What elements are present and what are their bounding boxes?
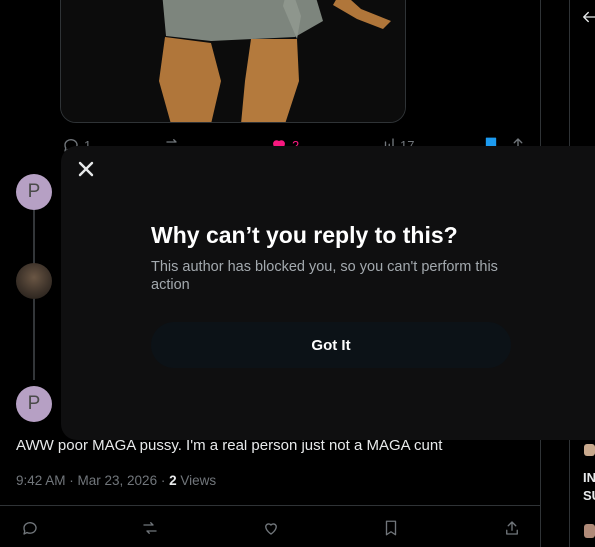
page: 1 2 17 P P AWW poor MAGA pussy. I'm a re… (0, 0, 595, 547)
sidebar-trend-line2[interactable]: SU (583, 488, 595, 503)
arrow-left-icon (583, 11, 595, 23)
main-share-action[interactable] (503, 519, 521, 537)
avatar-letter: P (27, 181, 41, 202)
avatar[interactable]: P (16, 174, 52, 210)
main-retweet-action[interactable] (141, 519, 159, 537)
dialog-message: This author has blocked you, so you can'… (151, 259, 498, 293)
post-view-count: 2 (169, 473, 177, 488)
sidebar-thumbnail (584, 524, 595, 538)
post-views-label: Views (176, 473, 217, 488)
divider (0, 505, 540, 506)
close-icon (78, 161, 94, 177)
main-bookmark-action[interactable] (382, 519, 400, 537)
post-timestamp[interactable]: 9:42 AM · Mar 23, 2026 · (16, 473, 169, 488)
media-illustration (61, 0, 405, 122)
dialog-title: Why can’t you reply to this? (151, 222, 458, 248)
sidebar-back-icon[interactable] (580, 8, 595, 26)
got-it-button[interactable]: Got It (151, 322, 511, 368)
share-icon (506, 521, 518, 535)
post-meta: 9:42 AM · Mar 23, 2026 · 2 Views (16, 473, 216, 488)
avatar[interactable] (16, 263, 52, 299)
avatar-letter: P (27, 393, 41, 414)
bookmark-icon (385, 520, 397, 536)
avatar[interactable]: P (16, 386, 52, 422)
sidebar-thumbnail (584, 444, 595, 456)
retweet-icon (143, 522, 157, 534)
like-icon (265, 523, 277, 535)
blocked-reply-dialog: Why can’t you reply to this? This author… (61, 146, 595, 440)
main-like-action[interactable] (262, 519, 280, 537)
close-button[interactable] (73, 156, 99, 182)
main-reply-action[interactable] (21, 519, 39, 537)
sidebar-trend-line1[interactable]: IN (583, 470, 595, 485)
post-media-image[interactable] (60, 0, 406, 123)
reply-icon (23, 522, 37, 535)
